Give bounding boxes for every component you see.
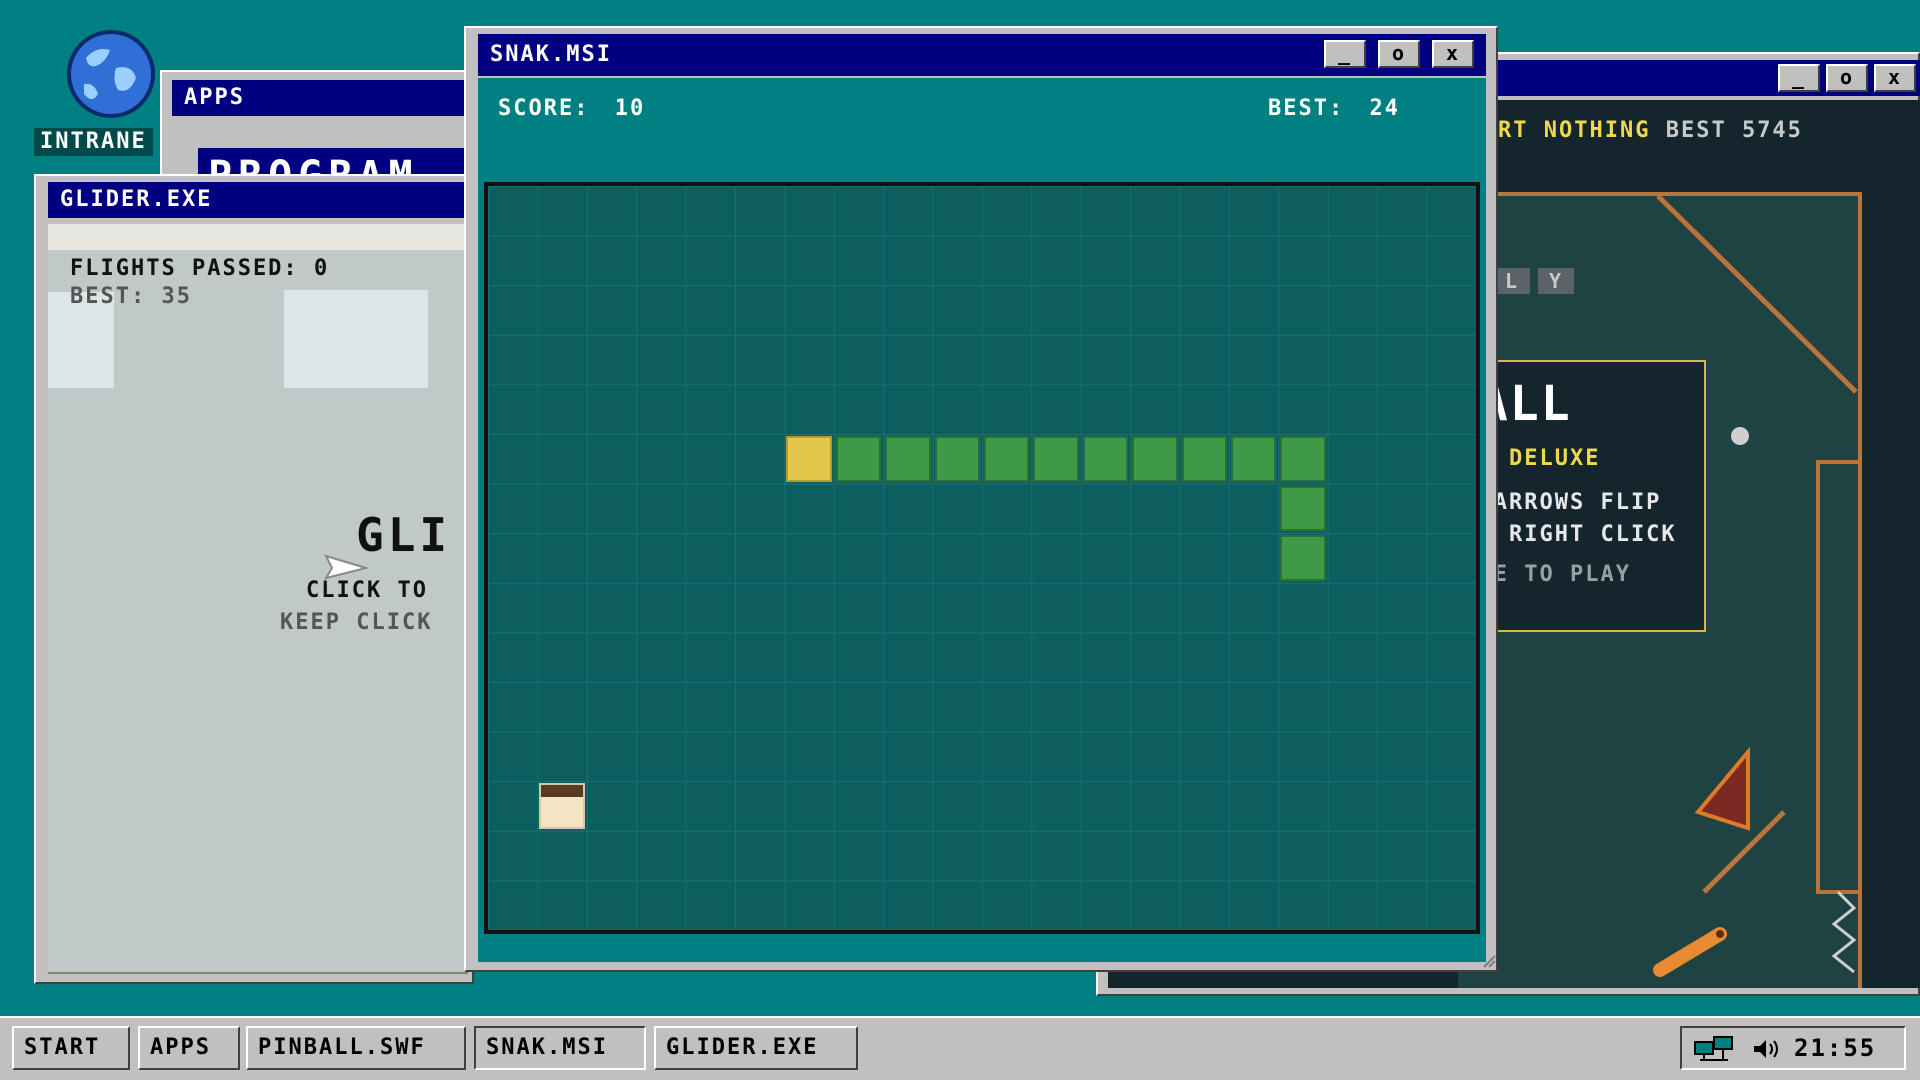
- snake-segment: [934, 436, 980, 482]
- snake-head: [786, 436, 832, 482]
- pinball-header-best: BEST 5745: [1665, 118, 1803, 143]
- glider-obstacle: [284, 290, 428, 388]
- intranet-desktop-icon[interactable]: INTRANE: [30, 28, 170, 158]
- snake-maximize-button[interactable]: o: [1378, 40, 1420, 68]
- taskbar-item-glider[interactable]: GLIDER.EXE: [654, 1026, 858, 1070]
- apps-window-title[interactable]: APPS: [172, 80, 472, 116]
- clock: 21:55: [1794, 1034, 1877, 1062]
- glider-big-title: GLI: [356, 508, 452, 562]
- glider-click-line: CLICK TO: [306, 578, 428, 603]
- taskbar-item-snake[interactable]: SNAK.MSI: [474, 1026, 646, 1070]
- globe-icon: [67, 30, 155, 118]
- pinball-key-badge: L: [1494, 268, 1530, 294]
- snake-board[interactable]: [484, 182, 1480, 934]
- pinball-close-button[interactable]: x: [1874, 64, 1916, 92]
- snake-best-label: BEST:: [1268, 96, 1345, 121]
- snake-game-panel: SCORE: 10 BEST: 24: [478, 78, 1486, 962]
- pinball-maximize-button[interactable]: o: [1826, 64, 1868, 92]
- paper-plane-icon: [324, 554, 368, 580]
- snake-score-value: 10: [614, 96, 646, 121]
- snake-minimize-button[interactable]: _: [1324, 40, 1366, 68]
- food-item: [539, 783, 585, 829]
- glider-top-strip: [48, 224, 468, 250]
- snake-segment: [1280, 436, 1326, 482]
- flights-label: FLIGHTS PASSED:: [70, 256, 299, 281]
- glider-best-label: BEST:: [70, 284, 147, 309]
- snake-segment: [1082, 436, 1129, 482]
- snake-segment: [1280, 535, 1326, 581]
- resize-grip-icon[interactable]: [1482, 954, 1496, 968]
- snake-close-button[interactable]: x: [1432, 40, 1474, 68]
- snake-segment: [1132, 436, 1178, 482]
- glider-ground: [48, 972, 468, 974]
- network-icon[interactable]: [1694, 1036, 1736, 1062]
- volume-icon[interactable]: [1752, 1038, 1782, 1060]
- intranet-icon-label: INTRANE: [34, 128, 153, 156]
- glider-best-value: 35: [161, 284, 192, 309]
- snake-segment: [1231, 436, 1277, 482]
- pinball-header-nothing: NOTHING: [1543, 118, 1651, 143]
- glider-keep-line: KEEP CLICK: [280, 610, 433, 635]
- start-button[interactable]: START: [12, 1026, 130, 1070]
- system-tray: 21:55: [1680, 1026, 1906, 1070]
- flights-value: 0: [313, 256, 330, 281]
- pinball-key-badge: Y: [1538, 268, 1574, 294]
- glider-window-title[interactable]: GLIDER.EXE: [48, 182, 468, 218]
- taskbar-item-pinball[interactable]: PINBALL.SWF: [246, 1026, 466, 1070]
- taskbar-item-apps[interactable]: APPS: [138, 1026, 240, 1070]
- snake-segment: [835, 436, 882, 482]
- snake-segment: [1033, 436, 1079, 482]
- snake-segment: [984, 436, 1030, 482]
- snake-best-value: 24: [1369, 96, 1400, 121]
- pinball-header-partial: RT: [1498, 118, 1529, 143]
- apps-window: APPS PROGRAM: [160, 70, 480, 180]
- snake-window: SNAK.MSI _ o x SCORE: 10 BEST: 24: [464, 26, 1498, 972]
- snake-segment: [1280, 485, 1326, 532]
- pinball-minimize-button[interactable]: _: [1778, 64, 1820, 92]
- snake-segment: [885, 436, 931, 482]
- snake-score-label: SCORE:: [498, 96, 590, 121]
- glider-window: GLIDER.EXE FLIGHTS PASSED: 0 BEST: 35 GL…: [34, 174, 474, 984]
- glider-game-area[interactable]: FLIGHTS PASSED: 0 BEST: 35 GLI CLICK TO …: [48, 224, 468, 974]
- snake-segment: [1181, 436, 1227, 482]
